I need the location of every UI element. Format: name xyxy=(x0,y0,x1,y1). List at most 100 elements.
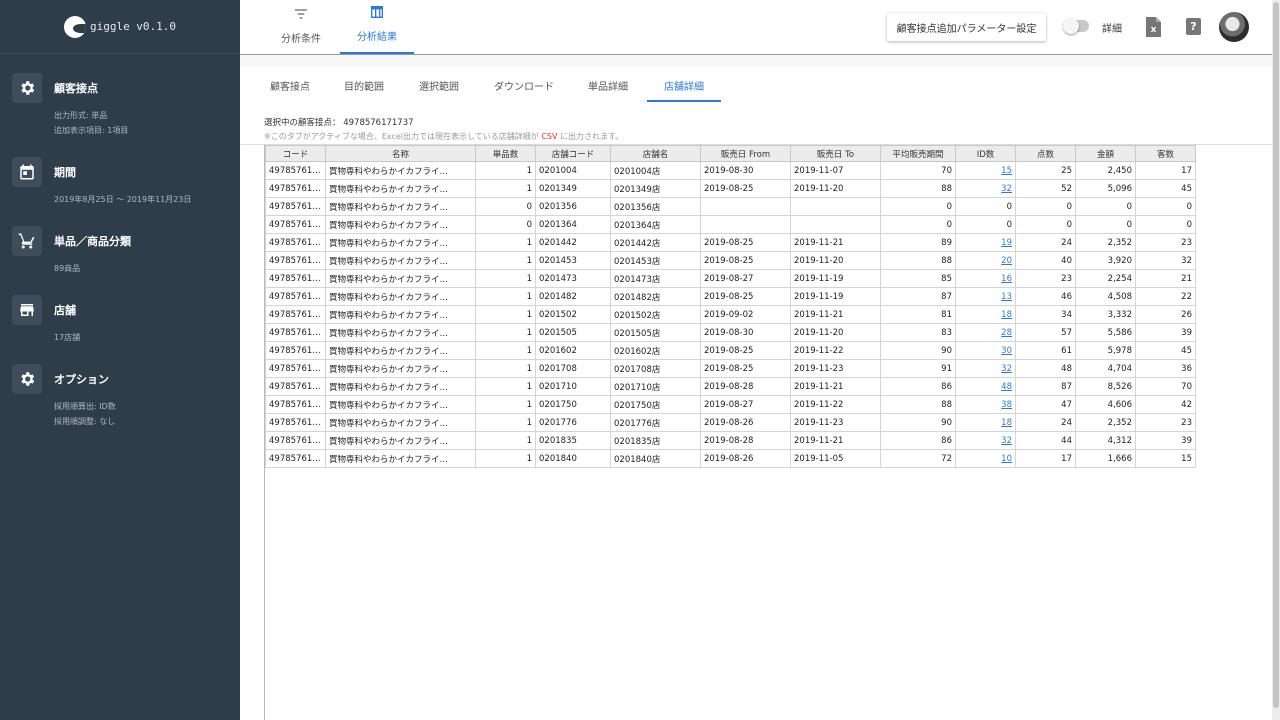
table-cell: 49785761… xyxy=(265,161,326,180)
sidebar-section-stores[interactable]: 店舗 17店舗 xyxy=(12,295,232,345)
id-count-link[interactable]: 32 xyxy=(1001,436,1012,446)
page-scrollbar[interactable] xyxy=(1272,0,1280,720)
table-cell[interactable]: 32 xyxy=(955,179,1016,198)
table-cell[interactable]: 19 xyxy=(955,233,1016,252)
table-cell: 1 xyxy=(475,323,536,342)
table-cell[interactable]: 48 xyxy=(955,377,1016,396)
table-cell: 52 xyxy=(1015,179,1076,198)
column-header[interactable]: 名称 xyxy=(325,145,476,162)
table-row[interactable]: 49785761… 買物専科やわらかイカフライ… 1 0201835 0201835店 2… xyxy=(265,431,1196,450)
sidebar-section-options[interactable]: オプション 採用順算出: ID数 採用順調整: なし xyxy=(12,364,232,429)
subtab-touchpoint[interactable]: 顧客接点 xyxy=(262,66,318,102)
id-count-link[interactable]: 16 xyxy=(1001,274,1012,284)
id-count-link[interactable]: 28 xyxy=(1001,328,1012,338)
column-header[interactable]: 点数 xyxy=(1015,145,1076,162)
table-row[interactable]: 49785761… 買物専科やわらかイカフライ… 1 0201349 0201349店 2… xyxy=(265,179,1196,198)
table-row[interactable]: 49785761… 買物専科やわらかイカフライ… 1 0201708 0201708店 2… xyxy=(265,359,1196,378)
table-cell: 1 xyxy=(475,413,536,432)
id-count-link[interactable]: 18 xyxy=(1001,310,1012,320)
store-icon xyxy=(12,295,42,325)
scrollbar-thumb[interactable] xyxy=(1273,2,1279,708)
tab-label: 分析結果 xyxy=(357,32,397,43)
id-count-link[interactable]: 15 xyxy=(1001,166,1012,176)
id-count-link[interactable]: 19 xyxy=(1001,238,1012,248)
column-header[interactable]: 店舗名 xyxy=(610,145,701,162)
table-cell: 83 xyxy=(880,323,956,342)
subtab-store-detail[interactable]: 店舗詳細 xyxy=(647,66,721,102)
detail-toggle[interactable] xyxy=(1063,18,1089,34)
table-cell[interactable]: 20 xyxy=(955,251,1016,270)
sidebar-section-period[interactable]: 期間 2019年8月25日 〜 2019年11月23日 xyxy=(12,157,232,207)
table-cell: 42 xyxy=(1135,395,1196,414)
table-row[interactable]: 49785761… 買物専科やわらかイカフライ… 1 0201482 0201482店 2… xyxy=(265,287,1196,306)
table-row[interactable]: 49785761… 買物専科やわらかイカフライ… 1 0201473 0201473店 2… xyxy=(265,269,1196,288)
id-count-link[interactable]: 32 xyxy=(1001,364,1012,374)
table-cell: 49785761… xyxy=(265,251,326,270)
column-header[interactable]: コード xyxy=(265,145,326,162)
table-row[interactable]: 49785761… 買物専科やわらかイカフライ… 1 0201442 0201442店 2… xyxy=(265,233,1196,252)
table-cell: 87 xyxy=(1015,377,1076,396)
avatar[interactable] xyxy=(1219,12,1249,42)
id-count-link[interactable]: 32 xyxy=(1001,184,1012,194)
table-cell[interactable]: 10 xyxy=(955,449,1016,468)
table-row[interactable]: 49785761… 買物専科やわらかイカフライ… 1 0201776 0201776店 2… xyxy=(265,413,1196,432)
column-header[interactable]: 単品数 xyxy=(475,145,536,162)
table-row[interactable]: 49785761… 買物専科やわらかイカフライ… 1 0201710 0201710店 2… xyxy=(265,377,1196,396)
sub-tabs-background xyxy=(240,55,1272,67)
id-count-link[interactable]: 10 xyxy=(1001,454,1012,464)
sidebar-section-products[interactable]: 単品／商品分類 89商品 xyxy=(12,226,232,276)
table-cell[interactable]: 32 xyxy=(955,431,1016,450)
sidebar-section-touchpoint[interactable]: 顧客接点 出力形式: 単品 追加表示項目: 1項目 xyxy=(12,73,232,138)
excel-export-icon[interactable]: x xyxy=(1146,17,1161,37)
table-cell[interactable]: 15 xyxy=(955,161,1016,180)
column-header[interactable]: 平均販売期間 xyxy=(880,145,956,162)
table-cell[interactable]: 28 xyxy=(955,323,1016,342)
table-row[interactable]: 49785761… 買物専科やわらかイカフライ… 1 0201750 0201750店 2… xyxy=(265,395,1196,414)
table-row[interactable]: 49785761… 買物専科やわらかイカフライ… 1 0201505 0201505店 2… xyxy=(265,323,1196,342)
table-cell: 1 xyxy=(475,251,536,270)
table-cell[interactable]: 18 xyxy=(955,413,1016,432)
column-header[interactable]: 客数 xyxy=(1135,145,1196,162)
table-cell: 0201708店 xyxy=(610,359,701,378)
help-icon[interactable]: ? xyxy=(1186,18,1201,35)
table-cell[interactable]: 16 xyxy=(955,269,1016,288)
table-cell: 0201004 xyxy=(535,161,611,180)
table-row[interactable]: 49785761… 買物専科やわらかイカフライ… 1 0201004 0201004店 2… xyxy=(265,161,1196,180)
table-cell[interactable]: 0 xyxy=(955,197,1016,216)
app-logo[interactable]: giggle v0.1.0 xyxy=(0,0,240,54)
column-header[interactable]: 販売日 To xyxy=(790,145,881,162)
data-grid: コード 名称 単品数 店舗コード 店舗名 販売日 From 販売日 To 平均販売期間 ID数点… xyxy=(264,145,1272,720)
id-count-link[interactable]: 18 xyxy=(1001,418,1012,428)
table-row[interactable]: 49785761… 買物専科やわらかイカフライ… 0 0201356 0201356店 0… xyxy=(265,197,1196,216)
table-row[interactable]: 49785761… 買物専科やわらかイカフライ… 1 0201453 0201453店 2… xyxy=(265,251,1196,270)
tab-analysis-results[interactable]: 分析結果 xyxy=(340,0,414,54)
column-header[interactable]: 金額 xyxy=(1075,145,1136,162)
table-row[interactable]: 49785761… 買物専科やわらかイカフライ… 1 0201602 0201602店 2… xyxy=(265,341,1196,360)
table-cell[interactable]: 18 xyxy=(955,305,1016,324)
table-cell: 0 xyxy=(880,197,956,216)
table-row[interactable]: 49785761… 買物専科やわらかイカフライ… 1 0201840 0201840店 2… xyxy=(265,449,1196,468)
column-header[interactable]: 店舗コード xyxy=(535,145,611,162)
subtab-selection-range[interactable]: 選択範囲 xyxy=(411,66,467,102)
subtab-target-range[interactable]: 目的範囲 xyxy=(336,66,392,102)
table-cell[interactable]: 32 xyxy=(955,359,1016,378)
table-row[interactable]: 49785761… 買物専科やわらかイカフライ… 0 0201364 0201364店 0… xyxy=(265,215,1196,234)
id-count-link[interactable]: 30 xyxy=(1001,346,1012,356)
column-header[interactable]: ID数 xyxy=(955,145,1016,162)
column-header[interactable]: 販売日 From xyxy=(700,145,791,162)
table-cell[interactable]: 13 xyxy=(955,287,1016,306)
table-row[interactable]: 49785761… 買物専科やわらかイカフライ… 1 0201502 0201502店 2… xyxy=(265,305,1196,324)
table-cell[interactable]: 38 xyxy=(955,395,1016,414)
table-cell: 23 xyxy=(1135,413,1196,432)
id-count-link[interactable]: 20 xyxy=(1001,256,1012,266)
touchpoint-parameter-settings-button[interactable]: 顧客接点追加パラメーター設定 xyxy=(887,13,1046,41)
table-cell[interactable]: 30 xyxy=(955,341,1016,360)
subtab-item-detail[interactable]: 単品詳細 xyxy=(580,66,636,102)
table-cell: 1,666 xyxy=(1075,449,1136,468)
table-cell[interactable]: 0 xyxy=(955,215,1016,234)
id-count-link[interactable]: 48 xyxy=(1001,382,1012,392)
id-count-link[interactable]: 38 xyxy=(1001,400,1012,410)
tab-analysis-conditions[interactable]: 分析条件 xyxy=(281,0,321,54)
id-count-link[interactable]: 13 xyxy=(1001,292,1012,302)
subtab-download[interactable]: ダウンロード xyxy=(487,66,561,102)
